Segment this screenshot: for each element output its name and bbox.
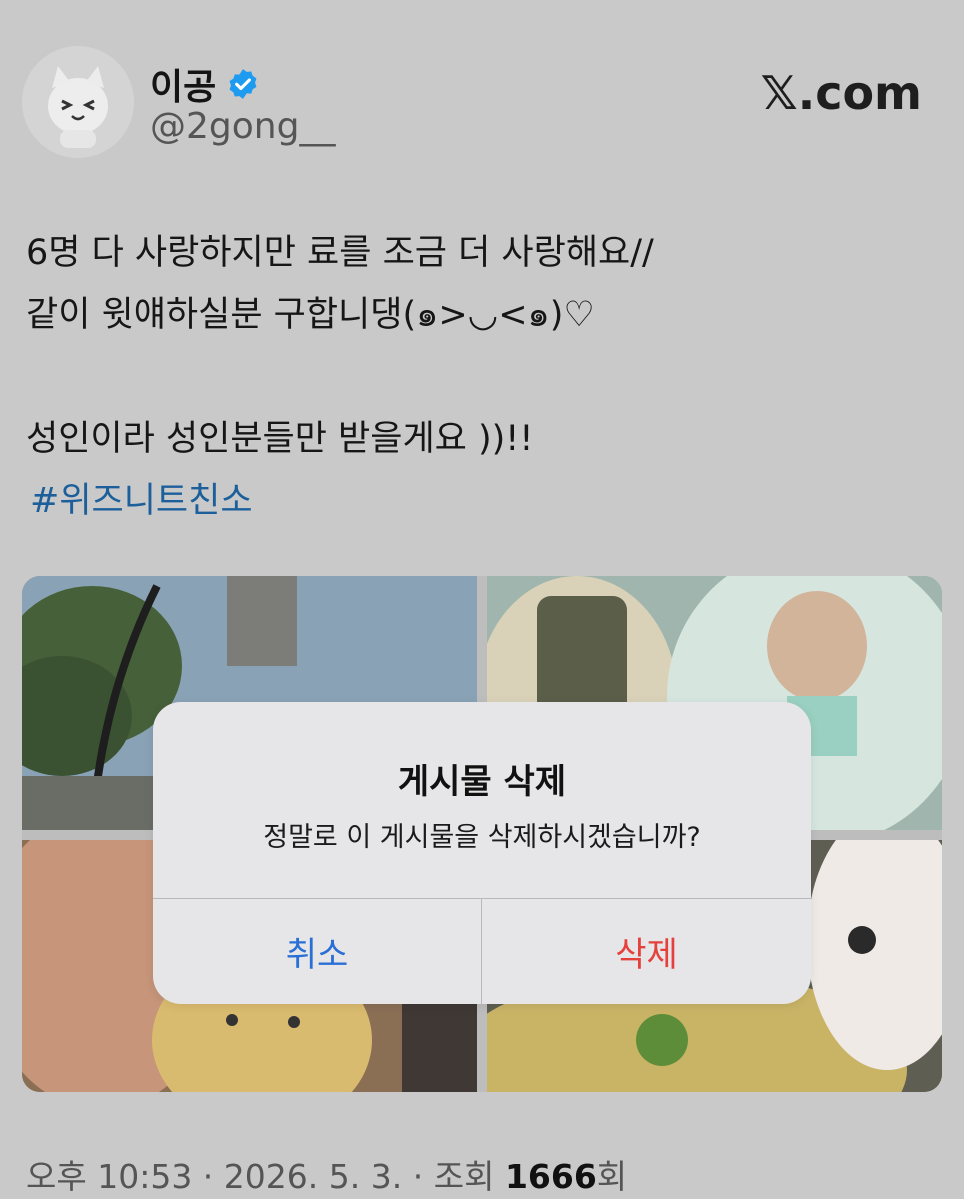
verified-badge-icon [229,69,257,99]
tweet-meta: 오후 10:53 · 2026. 5. 3. · 조회 1666회 [26,1150,627,1198]
cat-plush-avatar-image [48,66,108,148]
tweet-text-line-3: 성인이라 성인분들만 받을게요 ))!! [26,419,534,459]
hashtag-link[interactable]: #위즈니트친소 [30,472,253,523]
dialog-message: 정말로 이 게시물을 삭제하시겠습니까? [263,822,701,853]
tweet-text-line-1: 6명 다 사랑하지만 료를 조금 더 사랑해요// [26,233,654,273]
user-handle[interactable]: @2gong__ [150,106,335,147]
tweet-time[interactable]: 오후 10:53 [26,1157,192,1196]
meta-separator: · [192,1157,224,1196]
profile-name-row: 이공 [150,58,260,110]
delete-confirm-dialog: 게시물 삭제 정말로 이 게시물을 삭제하시겠습니까? 취소 삭제 [153,702,811,1004]
delete-button[interactable]: 삭제 [482,899,811,1004]
dialog-title: 게시물 삭제 [397,762,567,802]
profile-avatar[interactable] [22,46,134,158]
display-name[interactable]: 이공 [150,58,216,110]
cancel-button[interactable]: 취소 [153,899,481,1004]
views-label: 조회 [433,1157,505,1196]
views-unit: 회 [596,1157,628,1196]
tweet-text-line-2: 같이 윗얘하실분 구합니댕(๑>◡<๑)♡ [26,295,595,335]
views-count: 1666 [504,1157,597,1196]
x-brand-logo: 𝕏.com [760,66,922,120]
meta-separator: · [402,1157,434,1196]
tweet-date[interactable]: 2026. 5. 3. [224,1157,402,1196]
